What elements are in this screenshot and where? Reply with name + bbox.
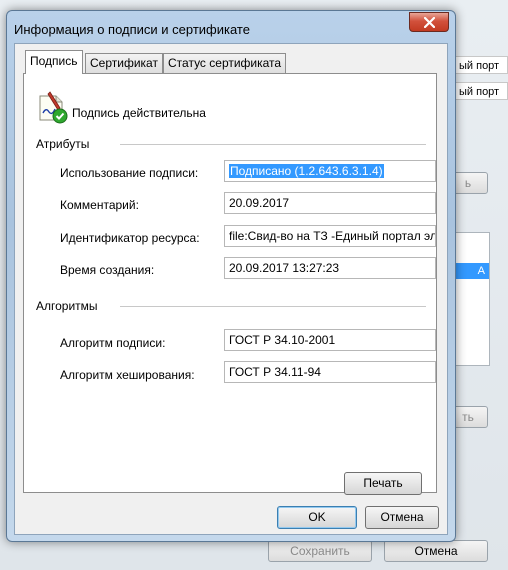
dialog-client-area: Подпись Сертификат Статус сертификата По… bbox=[14, 43, 448, 535]
hash-algorithm-label: Алгоритм хеширования: bbox=[60, 368, 195, 382]
dialog-title: Информация о подписи и сертификате bbox=[14, 22, 250, 37]
usage-label: Использование подписи: bbox=[60, 166, 199, 180]
created-label: Время создания: bbox=[60, 263, 155, 277]
usage-value: Подписано (1.2.643.6.3.1.4) bbox=[229, 164, 384, 178]
resource-id-field[interactable]: file:Свид-во на ТЗ -Единый портал эле bbox=[224, 225, 436, 247]
background-list-item[interactable]: ый порт bbox=[448, 56, 508, 74]
hash-algorithm-field[interactable]: ГОСТ Р 34.11-94 bbox=[224, 361, 436, 383]
signature-tab-panel: Подпись действительна Атрибуты Использов… bbox=[23, 73, 437, 495]
resource-id-label: Идентификатор ресурса: bbox=[60, 231, 200, 245]
background-list-item[interactable]: ый порт bbox=[448, 82, 508, 100]
tab-signature[interactable]: Подпись bbox=[25, 50, 83, 74]
signature-valid-icon bbox=[36, 90, 70, 127]
comment-field[interactable]: 20.09.2017 bbox=[224, 192, 436, 214]
tab-certificate[interactable]: Сертификат bbox=[85, 53, 163, 73]
comment-label: Комментарий: bbox=[60, 198, 139, 212]
signature-algorithm-label: Алгоритм подписи: bbox=[60, 336, 166, 350]
algorithms-group-title: Алгоритмы bbox=[36, 299, 104, 313]
cancel-button[interactable]: Отмена bbox=[365, 506, 439, 529]
close-button[interactable] bbox=[409, 12, 449, 32]
tab-certificate-status[interactable]: Статус сертификата bbox=[163, 53, 287, 73]
signature-status-text: Подпись действительна bbox=[72, 106, 206, 120]
background-cancel-button[interactable]: Отмена bbox=[384, 540, 488, 562]
close-icon bbox=[424, 17, 435, 28]
algorithms-divider bbox=[120, 306, 426, 307]
attributes-divider bbox=[120, 144, 426, 145]
usage-field[interactable]: Подписано (1.2.643.6.3.1.4) bbox=[224, 160, 436, 182]
ok-button[interactable]: OK bbox=[277, 506, 357, 529]
created-field[interactable]: 20.09.2017 13:27:23 bbox=[224, 257, 436, 279]
background-save-button[interactable]: Сохранить bbox=[268, 540, 372, 562]
signature-algorithm-field[interactable]: ГОСТ Р 34.10-2001 bbox=[224, 329, 436, 351]
print-button[interactable]: Печать bbox=[344, 472, 422, 495]
signature-info-dialog: Информация о подписи и сертификате Подпи… bbox=[6, 10, 456, 542]
attributes-group-title: Атрибуты bbox=[36, 137, 96, 151]
